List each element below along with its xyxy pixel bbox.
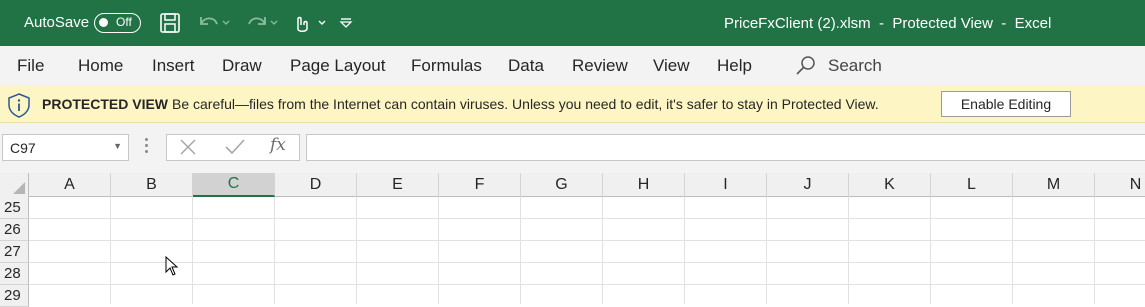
gridline <box>29 262 1145 263</box>
gridline <box>602 197 603 304</box>
column-header[interactable]: H <box>603 173 685 197</box>
chevron-down-icon[interactable]: ▼ <box>113 141 122 151</box>
enter-icon[interactable] <box>224 137 246 157</box>
row-header[interactable]: 25 <box>0 197 29 219</box>
tab-view[interactable]: View <box>653 56 690 76</box>
gridline <box>29 218 1145 219</box>
gridline <box>29 284 1145 285</box>
gridline <box>520 197 521 304</box>
formula-input[interactable] <box>306 134 1145 161</box>
row-header[interactable]: 27 <box>0 241 29 263</box>
column-header[interactable]: I <box>685 173 767 197</box>
gridline <box>930 197 931 304</box>
document-title: PriceFxClient (2).xlsm - Protected View … <box>724 15 1052 32</box>
protected-view-message: Be careful—files from the Internet can c… <box>172 96 879 112</box>
tab-help[interactable]: Help <box>717 56 752 76</box>
mouse-pointer-icon <box>165 256 179 276</box>
tab-review[interactable]: Review <box>572 56 628 76</box>
column-header[interactable]: J <box>767 173 849 197</box>
ribbon-tabs: File Home Insert Draw Page Layout Formul… <box>0 46 1145 85</box>
gridline <box>1094 197 1095 304</box>
redo-icon[interactable] <box>244 11 280 35</box>
undo-icon[interactable] <box>196 11 232 35</box>
insert-function-icon[interactable]: fx <box>270 135 286 155</box>
enable-editing-button[interactable]: Enable Editing <box>941 91 1071 117</box>
gridline <box>766 197 767 304</box>
cancel-icon[interactable] <box>178 137 198 157</box>
column-header[interactable]: M <box>1013 173 1095 197</box>
column-header[interactable]: L <box>931 173 1013 197</box>
autosave-label: AutoSave <box>24 14 90 31</box>
formula-bar: C97 ▼ fx <box>0 123 1145 173</box>
column-header[interactable]: E <box>357 173 439 197</box>
save-icon[interactable] <box>158 11 182 35</box>
column-header[interactable]: D <box>275 173 357 197</box>
search-label[interactable]: Search <box>828 56 882 76</box>
toggle-knob <box>99 18 108 27</box>
tab-page-layout[interactable]: Page Layout <box>290 56 385 76</box>
column-header[interactable]: A <box>29 173 111 197</box>
gridline <box>684 197 685 304</box>
gridline <box>110 197 111 304</box>
gridline <box>356 197 357 304</box>
column-header[interactable]: K <box>849 173 931 197</box>
select-all-icon <box>13 182 25 194</box>
column-header[interactable]: F <box>439 173 521 197</box>
select-all-button[interactable] <box>0 173 29 197</box>
name-box[interactable]: C97 ▼ <box>2 134 129 161</box>
protected-view-title: PROTECTED VIEW <box>42 96 169 112</box>
tab-formulas[interactable]: Formulas <box>411 56 482 76</box>
column-header[interactable]: B <box>111 173 193 197</box>
protected-view-bar: PROTECTED VIEW Be careful—files from the… <box>0 85 1145 123</box>
title-bar: AutoSave Off PriceFxClient (2).xlsm - Pr… <box>0 0 1145 46</box>
customize-qat-icon[interactable] <box>338 11 354 35</box>
name-box-value: C97 <box>10 140 36 156</box>
tab-home[interactable]: Home <box>78 56 123 76</box>
gridline <box>192 197 193 304</box>
tab-data[interactable]: Data <box>508 56 544 76</box>
row-header[interactable]: 28 <box>0 263 29 285</box>
tab-insert[interactable]: Insert <box>152 56 195 76</box>
search-icon[interactable] <box>795 55 817 77</box>
column-header[interactable]: N <box>1095 173 1145 197</box>
gridline <box>274 197 275 304</box>
tab-draw[interactable]: Draw <box>222 56 262 76</box>
gridline <box>438 197 439 304</box>
autosave-toggle[interactable]: Off <box>94 13 141 33</box>
tab-file[interactable]: File <box>17 56 44 76</box>
gridline <box>1012 197 1013 304</box>
row-header[interactable]: 26 <box>0 219 29 241</box>
worksheet-grid[interactable]: A B C D E F G H I J K L M N 25 26 27 28 … <box>0 173 1145 307</box>
column-header-selected[interactable]: C <box>193 173 275 197</box>
gridline <box>29 240 1145 241</box>
shield-info-icon <box>8 93 30 118</box>
drag-handle-icon[interactable] <box>145 138 149 156</box>
touch-mode-icon[interactable] <box>290 11 330 35</box>
gridline <box>848 197 849 304</box>
column-header[interactable]: G <box>521 173 603 197</box>
autosave-state: Off <box>116 15 132 29</box>
